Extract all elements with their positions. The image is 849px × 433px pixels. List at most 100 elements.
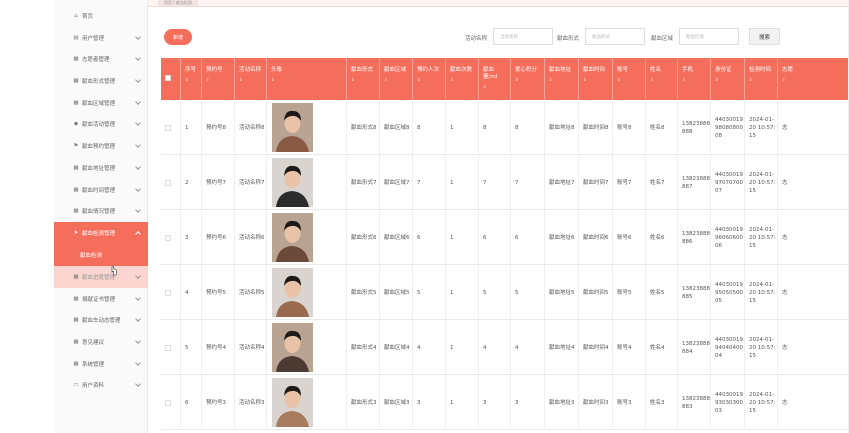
sort-icon[interactable]: ⇕ — [239, 76, 263, 83]
column-header[interactable]: 头像 ⇕ — [267, 58, 347, 100]
sidebar-item-3[interactable]: ▦ 献血形式管理 — [54, 70, 148, 92]
sidebar-item-0[interactable]: ⌂ 首页 — [54, 5, 148, 27]
table-cell-idx: 1 — [181, 100, 202, 155]
column-header[interactable]: 献血量/ml ⇕ — [479, 58, 511, 100]
column-header[interactable]: 献血区域 ⇕ — [380, 58, 413, 100]
table-header: 序号 ⇕ 预约号 ⇕ 活动名称 ⇕ 头像 ⇕ 献血形式 ⇕ 献血区域 ⇕ 预约人次 ⇕ 献血次数 ⇕ 献血量/m… — [161, 58, 849, 100]
table-cell-id: 440300199707070007 — [711, 155, 745, 210]
column-header[interactable]: 献血时间 ⇕ — [579, 58, 613, 100]
table-cell-people: 5 — [413, 265, 446, 320]
sort-icon[interactable]: ⇕ — [583, 76, 609, 83]
table-cell-name: 活动名称8 — [235, 100, 267, 155]
flag-icon: ⚑ — [73, 143, 79, 149]
sidebar-item-6[interactable]: ⚑ 献血预约管理 — [54, 135, 148, 157]
table-cell-times: 1 — [446, 210, 479, 265]
column-header[interactable]: 献血形式 ⇕ — [347, 58, 380, 100]
row-checkbox-cell[interactable] — [161, 320, 181, 375]
row-checkbox[interactable] — [165, 399, 171, 406]
sidebar-item-2[interactable]: ▦ 志愿者管理 — [54, 48, 148, 70]
sort-icon[interactable]: ⇕ — [650, 76, 674, 83]
column-header[interactable]: 爱心积分 ⇕ — [511, 58, 545, 100]
breadcrumb[interactable]: 首页 / 献血检测 — [158, 0, 198, 6]
avatar-image — [272, 323, 313, 372]
donation-area-input[interactable]: 献血区域 — [679, 28, 739, 45]
row-checkbox-cell[interactable] — [161, 100, 181, 155]
row-checkbox-cell[interactable] — [161, 155, 181, 210]
sort-icon[interactable]: ⇕ — [682, 76, 707, 83]
checkbox-icon[interactable] — [165, 75, 171, 81]
sort-icon[interactable]: ⇕ — [749, 76, 774, 83]
table-row[interactable]: 2 预约号7 活动名称7 献血形式7 献血区域7 7 1 7 7 献血地址7 献血时间7 账号7 姓名7… — [161, 155, 849, 210]
sort-icon[interactable]: ⇕ — [549, 76, 575, 83]
table-row[interactable]: 5 预约号4 活动名称4 献血形式4 献血区域4 4 1 4 4 献血地址4 献血时间4 账号4 姓名4… — [161, 320, 849, 375]
table-row[interactable]: 3 预约号6 活动名称6 献血形式6 献血区域6 6 1 6 6 献血地址6 献血时间6 账号6 姓名6… — [161, 210, 849, 265]
column-header[interactable]: 身份证 ⇕ — [711, 58, 745, 100]
search-button[interactable]: 搜索 — [749, 28, 780, 45]
row-checkbox[interactable] — [165, 344, 171, 351]
sidebar-item-15[interactable]: ▦ 系统管理 — [54, 353, 148, 375]
table-row[interactable]: 6 预约号3 活动名称3 献血形式3 献血区域3 3 1 3 3 献血地址3 献血时间3 账号3 姓名3… — [161, 375, 849, 430]
sort-icon[interactable]: ⇕ — [715, 76, 741, 83]
table-cell-addr: 献血地址6 — [545, 210, 579, 265]
table-cell-addr: 献血地址4 — [545, 320, 579, 375]
sidebar-item-12[interactable]: ▦ 捐献证书管理 — [54, 288, 148, 310]
sort-icon[interactable]: ⇕ — [515, 76, 541, 83]
column-header[interactable]: 账号 ⇕ — [613, 58, 646, 100]
sidebar-item-1[interactable]: ▤ 用户管理 — [54, 27, 148, 49]
table-cell-name: 活动名称4 — [235, 320, 267, 375]
sort-icon[interactable]: ⇕ — [206, 76, 231, 83]
row-checkbox-cell[interactable] — [161, 375, 181, 430]
main-content: 首页 / 献血检测 新增 活动名称 活动名称 献血形式 献血形式 献血区域 献血… — [148, 0, 849, 433]
row-checkbox-cell[interactable] — [161, 210, 181, 265]
column-header[interactable]: 志愿 ⇕ — [778, 58, 849, 100]
column-header[interactable]: 预约人次 ⇕ — [413, 58, 446, 100]
sidebar-item-9[interactable]: ▦ 献血情况管理 — [54, 200, 148, 222]
sort-icon[interactable]: ⇕ — [450, 76, 475, 83]
sort-icon[interactable]: ⇕ — [782, 76, 845, 83]
table-row[interactable]: 4 预约号5 活动名称5 献血形式5 献血区域5 5 1 5 5 献血地址5 献血时间5 账号5 姓名5… — [161, 265, 849, 320]
sidebar-item-14[interactable]: ▦ 意见建议 — [54, 331, 148, 353]
column-header[interactable]: 手机 ⇕ — [678, 58, 711, 100]
sidebar-item-label: 系统管理 — [82, 362, 105, 368]
select-all-checkbox[interactable] — [161, 58, 181, 100]
sidebar-item-4[interactable]: ▦ 献血区域管理 — [54, 92, 148, 114]
sort-icon[interactable]: ⇕ — [351, 76, 376, 83]
table-row[interactable]: 1 预约号8 活动名称8 献血形式8 献血区域8 8 1 8 8 献血地址8 献血时间8 账号8 姓名8… — [161, 100, 849, 155]
doc-icon: ▭ — [73, 382, 79, 388]
table-cell-account: 账号6 — [613, 210, 646, 265]
sidebar-subitem-blood-test[interactable]: 献血检测 — [54, 244, 148, 266]
table-cell-idx: 3 — [181, 210, 202, 265]
sort-icon[interactable]: ⇕ — [617, 76, 642, 83]
column-header[interactable]: 活动名称 ⇕ — [235, 58, 267, 100]
sort-icon[interactable]: ⇕ — [417, 76, 442, 83]
row-checkbox[interactable] — [165, 179, 171, 186]
sort-icon[interactable]: ⇕ — [483, 83, 507, 90]
sidebar-item-13[interactable]: ▦ 献血车动态管理 — [54, 309, 148, 331]
sidebar-item-11[interactable]: ▦ 献血进度管理 — [54, 266, 148, 288]
activity-name-input[interactable]: 活动名称 — [493, 28, 553, 45]
column-header[interactable]: 预约号 ⇕ — [202, 58, 235, 100]
row-checkbox[interactable] — [165, 234, 171, 241]
row-checkbox[interactable] — [165, 124, 171, 131]
sidebar-item-10[interactable]: ➤ 献血检测管理 — [54, 222, 148, 244]
column-header[interactable]: 姓名 ⇕ — [646, 58, 678, 100]
table-cell-no: 预约号7 — [202, 155, 235, 210]
data-table: 序号 ⇕ 预约号 ⇕ 活动名称 ⇕ 头像 ⇕ 献血形式 ⇕ 献血区域 ⇕ 预约人次 ⇕ 献血次数 ⇕ 献血量/m… — [161, 58, 849, 433]
sidebar-item-7[interactable]: ▦ 献血地址管理 — [54, 157, 148, 179]
sort-icon[interactable]: ⇕ — [185, 76, 198, 83]
sort-icon[interactable]: ⇕ — [271, 76, 343, 83]
sidebar-item-5[interactable]: ◆ 献血活动管理 — [54, 113, 148, 135]
donation-form-input[interactable]: 献血形式 — [585, 28, 645, 45]
column-header[interactable]: 检测时间 ⇕ — [745, 58, 778, 100]
column-header[interactable]: 献血地址 ⇕ — [545, 58, 579, 100]
table-cell-vol: 志 — [778, 320, 849, 375]
column-header[interactable]: 序号 ⇕ — [181, 58, 202, 100]
table-cell-phone: 13823888884 — [678, 320, 711, 375]
column-header[interactable]: 献血次数 ⇕ — [446, 58, 479, 100]
add-button[interactable]: 新增 — [164, 29, 192, 45]
sidebar-item-16[interactable]: ▭ 用户资料 — [54, 374, 148, 396]
sort-icon[interactable]: ⇕ — [384, 76, 409, 83]
row-checkbox-cell[interactable] — [161, 265, 181, 320]
sidebar-item-8[interactable]: ▦ 献血时间管理 — [54, 179, 148, 201]
row-checkbox[interactable] — [165, 289, 171, 296]
